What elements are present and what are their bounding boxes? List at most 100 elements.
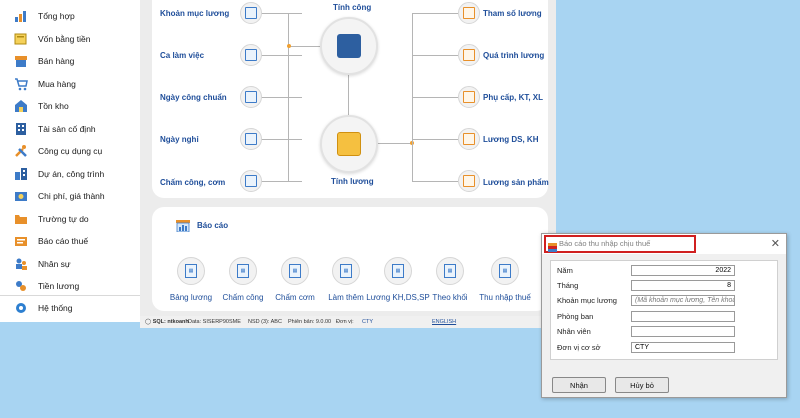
sidebar-item-du-an-cong-trinh[interactable]: Dự án, công trình (0, 163, 140, 185)
calculator-icon[interactable] (320, 17, 378, 75)
node-luong-san-pham[interactable]: Lương sản phẩm (483, 178, 549, 187)
sidebar-item-ban-hang[interactable]: Bán hàng (0, 50, 140, 72)
gear-icon (13, 300, 29, 316)
sidebar-item-nhan-su[interactable]: Nhân sự (0, 253, 140, 275)
connector-line (412, 97, 458, 98)
report-icon[interactable]: ▦ (281, 257, 309, 285)
money-book-icon (13, 31, 29, 47)
sidebar: Tổng hợp Vốn bằng tiền Bán hàng Mua hàng… (0, 0, 140, 322)
field-label-nhan-vien: Nhân viên (557, 327, 591, 336)
document-icon[interactable] (458, 86, 480, 108)
employee-field[interactable] (631, 326, 735, 337)
document-icon[interactable] (240, 170, 262, 192)
sidebar-item-label: Báo cáo thuế (38, 236, 89, 246)
fixed-asset-icon (13, 121, 29, 137)
close-icon[interactable]: ✕ (771, 237, 780, 250)
document-icon[interactable] (240, 128, 262, 150)
node-qua-trinh-luong[interactable]: Quá trình lương (483, 51, 544, 60)
field-label-thang: Tháng (557, 281, 579, 290)
tax-report-icon (13, 233, 29, 249)
report-cham-com[interactable]: Chấm cơm (275, 293, 314, 302)
report-icon[interactable]: ▦ (332, 257, 360, 285)
node-khoan-muc-luong[interactable]: Khoản mục lương (160, 9, 229, 18)
node-cham-cong-com[interactable]: Chấm công, cơm (160, 178, 225, 187)
status-sql: ◯ SQL: ntkoanh (145, 319, 189, 325)
connector-line (288, 46, 320, 47)
document-icon[interactable] (240, 44, 262, 66)
report-icon[interactable]: ▦ (177, 257, 205, 285)
salary-icon (13, 278, 29, 294)
document-icon[interactable] (458, 2, 480, 24)
report-icon[interactable]: ▦ (436, 257, 464, 285)
node-phu-cap[interactable]: Phụ cấp, KT, XL (483, 93, 543, 102)
document-icon[interactable] (458, 128, 480, 150)
connector-line (260, 13, 302, 14)
connector-line (412, 181, 458, 182)
year-field[interactable]: 2022 (631, 265, 735, 276)
status-bar: ◯ SQL: ntkoanh Data: SISERP90SME NSD (3)… (140, 316, 556, 328)
document-icon[interactable] (458, 170, 480, 192)
sidebar-item-chi-phi-gia-thanh[interactable]: Chi phí, giá thành (0, 185, 140, 207)
node-tham-so-luong[interactable]: Tham số lương (483, 9, 542, 18)
sidebar-item-label: Dự án, công trình (38, 169, 105, 179)
connector-line (348, 75, 349, 115)
connector-line (260, 181, 302, 182)
report-icon[interactable]: ▦ (384, 257, 412, 285)
folder-icon (13, 211, 29, 227)
unit-field[interactable]: CTY (631, 342, 735, 353)
tax-income-report-dialog: Báo cáo thu nhập chịu thuế ✕ Năm 2022 Th… (541, 233, 787, 398)
cost-icon (13, 188, 29, 204)
department-field[interactable] (631, 311, 735, 322)
status-unit-value[interactable]: CTY (362, 319, 373, 325)
sidebar-item-mua-hang[interactable]: Mua hàng (0, 73, 140, 95)
app-logo-icon (548, 239, 557, 257)
report-icon[interactable]: ▦ (491, 257, 519, 285)
dialog-title: Báo cáo thu nhập chịu thuế (559, 239, 651, 248)
report-card: Báo cáo ▦ Bảng lương ▦ Chấm công ▦ Chấm … (152, 207, 548, 311)
month-field[interactable]: 8 (631, 280, 735, 291)
document-icon[interactable] (240, 86, 262, 108)
report-luong-kh-ds-sp[interactable]: Lương KH,DS,SP (366, 293, 430, 302)
cart-icon (13, 76, 29, 92)
document-icon[interactable] (240, 2, 262, 24)
document-icon[interactable] (458, 44, 480, 66)
connector-line (412, 13, 458, 14)
report-icon[interactable]: ▦ (229, 257, 257, 285)
sidebar-item-label: Tiền lương (38, 281, 80, 291)
people-icon (13, 256, 29, 272)
hub-label-tinh-cong: Tính công (333, 3, 372, 12)
sidebar-item-label: Tài sản cố định (38, 124, 96, 134)
sidebar-item-cong-cu-dung-cu[interactable]: Công cụ dụng cụ (0, 140, 140, 162)
sidebar-item-von-bang-tien[interactable]: Vốn bằng tiền (0, 28, 140, 50)
connector-dot (287, 44, 291, 48)
node-ca-lam-viec[interactable]: Ca làm việc (160, 51, 204, 60)
field-label-phong-ban: Phòng ban (557, 312, 594, 321)
sidebar-item-tai-san-co-dinh[interactable]: Tài sản cố định (0, 118, 140, 140)
report-lam-them[interactable]: Làm thêm (328, 293, 364, 302)
sidebar-item-tien-luong[interactable]: Tiền lương (0, 275, 140, 297)
status-nsd: NSD (3): ABC (248, 319, 282, 325)
sidebar-item-he-thong[interactable]: Hệ thống (0, 297, 140, 319)
sidebar-item-ton-kho[interactable]: Tồn kho (0, 95, 140, 117)
sidebar-item-truong-tu-do[interactable]: Trường tự do (0, 208, 140, 230)
sidebar-item-tong-hop[interactable]: Tổng hợp (0, 5, 140, 27)
sidebar-item-label: Công cụ dụng cụ (38, 146, 103, 156)
report-theo-khoi[interactable]: Theo khối (432, 293, 467, 302)
dialog-titlebar[interactable]: Báo cáo thu nhập chịu thuế ✕ (542, 234, 786, 254)
ok-button[interactable]: Nhận (552, 377, 606, 393)
payroll-sheet-icon[interactable] (320, 115, 378, 173)
connector-line (260, 139, 302, 140)
report-thu-nhap-thue[interactable]: Thu nhập thuế (479, 293, 531, 302)
report-cham-cong[interactable]: Chấm công (223, 293, 264, 302)
report-chart-icon (176, 219, 190, 237)
node-ngay-cong-chuan[interactable]: Ngày công chuẩn (160, 93, 227, 102)
salary-item-field[interactable]: (Mã khoản mục lương, Tên khoản mục lương… (631, 295, 735, 306)
node-ngay-nghi[interactable]: Ngày nghỉ (160, 135, 199, 144)
sidebar-item-bao-cao-thue[interactable]: Báo cáo thuế (0, 230, 140, 252)
report-bang-luong[interactable]: Bảng lương (170, 293, 212, 302)
status-version: Phiên bản: 9.0.00 (288, 319, 332, 325)
cancel-button[interactable]: Hủy bỏ (615, 377, 669, 393)
field-label-nam: Năm (557, 266, 573, 275)
node-luong-ds-kh[interactable]: Lương DS, KH (483, 135, 538, 144)
language-switch-link[interactable]: ENGLISH (432, 319, 456, 325)
